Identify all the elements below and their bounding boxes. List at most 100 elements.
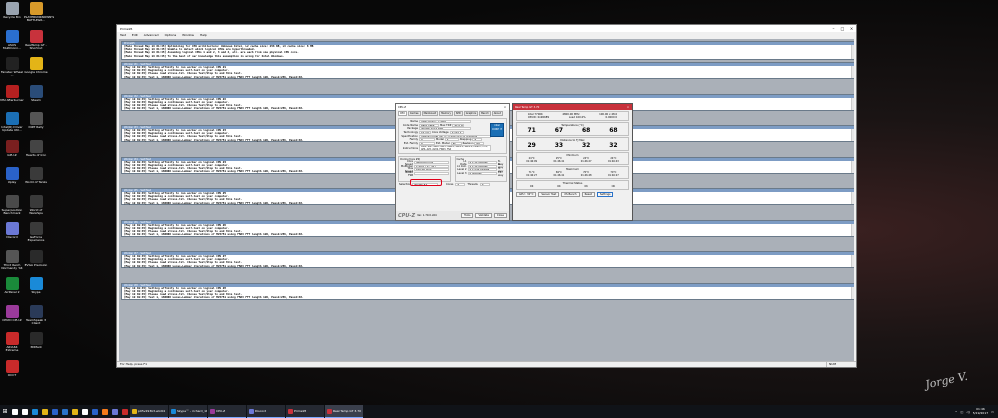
desktop-icon[interactable]: ASUS MultiConn... <box>0 29 24 51</box>
tab-cpu[interactable]: CPU <box>398 111 407 116</box>
prime95-title-bar[interactable]: Prime95 – □ × <box>117 25 856 32</box>
worker-pane[interactable]: Worker #8 - Self-Test [May 19 01:45] Sett… <box>121 282 854 300</box>
tray-chevron-icon[interactable]: ^ <box>955 410 958 414</box>
desktop-icon[interactable]: CPUID CPU-Z <box>0 304 24 322</box>
discord-icon[interactable] <box>110 405 120 418</box>
volume-icon[interactable]: ◁) <box>966 410 969 414</box>
desktop-icon[interactable]: TeamSpeak 3 Client <box>24 304 48 326</box>
tab-memory[interactable]: Memory <box>439 111 453 116</box>
chrome-icon[interactable] <box>70 405 80 418</box>
scrollbar[interactable] <box>851 66 854 78</box>
validate-button[interactable]: Validate <box>475 213 492 218</box>
close-icon[interactable]: × <box>501 106 509 109</box>
tab-graphics[interactable]: Graphics <box>463 111 479 116</box>
taskbar-task[interactable]: CPU-Z <box>208 405 246 418</box>
realtemp-button[interactable]: Settings <box>596 192 614 197</box>
desktop-icon[interactable]: MSI Afterburner <box>0 84 24 102</box>
tab-about[interactable]: About <box>491 111 503 116</box>
taskbar-task[interactable]: Prime95 <box>286 405 324 418</box>
scrollbar[interactable] <box>851 286 854 299</box>
search-icon[interactable] <box>10 405 20 418</box>
scrollbar[interactable] <box>851 192 854 204</box>
desktop-icon[interactable]: Superposition Benchmark <box>0 194 24 216</box>
log-line: [May 19 01:45] Test 1, 180000 Lucas-Lehm… <box>124 296 304 300</box>
menu-item[interactable]: Options <box>165 33 177 37</box>
msi-icon[interactable] <box>120 405 130 418</box>
scrollbar[interactable] <box>851 255 854 267</box>
notifications-icon[interactable]: ▭ <box>991 410 994 414</box>
network-icon[interactable]: ◫ <box>960 410 963 414</box>
desktop-icon[interactable]: PLAYERUNKNOWN'S BATTLEGR... <box>24 2 54 23</box>
scrollbar[interactable] <box>851 45 854 59</box>
cpuz-window[interactable]: CPU-Z × CPU Caches Mainboard Memory SPD Graph… <box>395 103 510 221</box>
desktop-icon[interactable]: Third Reich Normandy '44 <box>0 249 24 271</box>
worker-pane[interactable]: Worker #1 - Self-Test [May 19 01:45] Sett… <box>121 62 854 79</box>
desktop-icon[interactable]: AIDA64 Extreme <box>0 332 24 353</box>
mail-icon[interactable] <box>60 405 70 418</box>
minimize-icon[interactable]: – <box>829 26 838 31</box>
close-icon[interactable]: × <box>624 106 632 109</box>
desktop-icon[interactable]: AirPanel 2 <box>0 277 24 294</box>
taskbar-task[interactable]: Skype™ - richard_16... <box>169 405 207 418</box>
desktop-icon[interactable]: Intel(R) Driver Update Util... <box>0 112 24 133</box>
realtemp-title-bar[interactable]: Real Temp GT 3.70 × <box>513 104 632 110</box>
desktop-icon[interactable]: RealTemp GT - Shortcut <box>24 29 48 51</box>
desktop-icon[interactable]: OCCT <box>0 359 24 377</box>
menu-item[interactable]: Edit <box>132 33 138 37</box>
desktop-icon-label: Skype <box>31 290 41 294</box>
uplay-icon[interactable] <box>90 405 100 418</box>
tools-button[interactable]: Tools <box>461 213 474 218</box>
realtemp-button[interactable]: XS Bench <box>561 192 580 197</box>
realtemp-window[interactable]: Real Temp GT 3.70 × Intel 7700K 4800.00 M… <box>512 103 633 221</box>
desktop-icon[interactable]: EVGA Precision <box>24 249 48 267</box>
close-icon[interactable]: × <box>847 26 856 31</box>
desktop-icon[interactable]: World of Warships <box>24 194 48 216</box>
desktop-icon[interactable]: GPU-Z <box>0 139 24 157</box>
desktop-icon[interactable]: Google Chrome <box>24 57 48 74</box>
scrollbar[interactable] <box>851 160 854 173</box>
desktop-icon[interactable]: Fanatec Wheel ... <box>0 57 24 78</box>
explorer-icon[interactable] <box>40 405 50 418</box>
tab-mainboard[interactable]: Mainboard <box>421 111 439 116</box>
menu-item[interactable]: Advanced <box>144 33 159 37</box>
scrollbar[interactable] <box>851 97 854 110</box>
taskbar-task[interactable]: Real Temp GT 3.70 <box>325 405 363 418</box>
maximize-icon[interactable]: □ <box>838 26 847 31</box>
tab-spd[interactable]: SPD <box>453 111 463 116</box>
taskbar-task[interactable]: Discord <box>247 405 285 418</box>
edge-icon[interactable] <box>30 405 40 418</box>
menu-item[interactable]: Window <box>182 33 194 37</box>
desktop-icon[interactable]: DiRT Rally <box>24 112 48 129</box>
desktop-icon[interactable]: Uplay <box>0 167 24 184</box>
desktop-icon[interactable]: World of Tanks <box>24 167 48 184</box>
desktop-icon[interactable]: GeForce Experience <box>24 222 48 243</box>
scrollbar[interactable] <box>851 223 854 236</box>
desktop-icon[interactable]: Recycle Bin <box>0 2 24 19</box>
realtemp-button[interactable]: Reset <box>581 192 595 197</box>
task-view-icon[interactable] <box>20 405 30 418</box>
taskbar-task[interactable]: p95v293b3.win64 <box>130 405 168 418</box>
desktop-icon[interactable]: Skype <box>24 277 48 294</box>
desktop-icon[interactable]: 3DMark <box>24 332 48 349</box>
main-thread-pane[interactable]: Prime95 [Main thread May 19 01:45] Optimi… <box>121 41 854 60</box>
store-icon[interactable] <box>50 405 60 418</box>
realtemp-button[interactable]: Sensor Test <box>538 192 560 197</box>
close-button[interactable]: Close <box>493 213 507 218</box>
origin-icon[interactable] <box>100 405 110 418</box>
cpu-info-group: Intel 7700K 4800.00 MHz 100.00 x 48.0 CPUI… <box>516 111 629 121</box>
scrollbar[interactable] <box>851 129 854 141</box>
steam-icon[interactable] <box>80 405 90 418</box>
realtemp-button[interactable]: GPU : 32°C <box>516 192 537 197</box>
menu-item[interactable]: Help <box>200 33 207 37</box>
menu-item[interactable]: Test <box>120 33 126 37</box>
desktop-icon[interactable]: Hearts of Iron <box>24 139 48 157</box>
clock[interactable]: 01:46 5/19/2017 <box>973 407 988 415</box>
windows-start-icon[interactable]: ⊞ <box>0 405 10 418</box>
desktop-icon[interactable]: Steam <box>24 84 48 102</box>
ext-family: 6 <box>419 141 435 145</box>
worker-pane[interactable]: Worker #6 - Self-Test [May 19 01:45] Sett… <box>121 219 854 237</box>
tab-bench[interactable]: Bench <box>479 111 491 116</box>
desktop-icon[interactable]: Discord <box>0 222 24 239</box>
worker-pane[interactable]: Worker #7 - Self-Test [May 19 01:45] Sett… <box>121 251 854 268</box>
tab-caches[interactable]: Caches <box>407 111 421 116</box>
